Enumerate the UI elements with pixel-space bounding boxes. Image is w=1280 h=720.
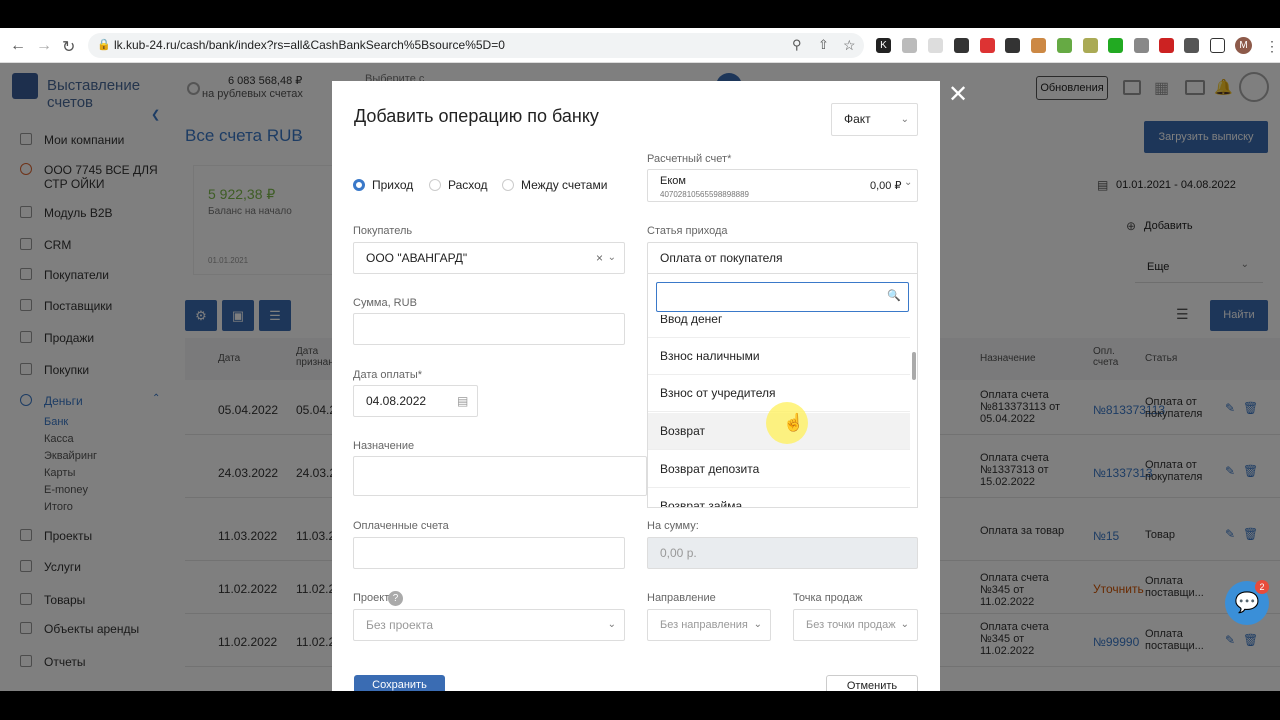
lock-icon: 🔒 [97, 39, 111, 51]
save-button[interactable]: Сохранить [354, 675, 445, 691]
chevron-down-icon: ⌄ [607, 619, 616, 630]
help-icon[interactable]: ? [388, 591, 403, 606]
modal-title: Добавить операцию по банку [354, 106, 599, 126]
project-placeholder: Без проекта [366, 618, 434, 632]
extension-k-icon[interactable]: K [876, 38, 891, 53]
dropdown-option[interactable]: Возврат займа [648, 488, 910, 507]
mode-select[interactable]: Факт ⌄ [831, 103, 918, 136]
date-label: Дата оплаты* [353, 369, 423, 381]
buyer-value: ООО "АВАНГАРД" [366, 251, 468, 265]
puzzle-icon[interactable] [1184, 38, 1199, 53]
sale-point-label: Точка продаж [793, 592, 863, 604]
account-label: Расчетный счет* [647, 153, 732, 165]
paid-invoices-input[interactable] [353, 537, 625, 569]
sale-point-placeholder: Без точки продаж [806, 619, 896, 631]
os-top-bar [0, 0, 1280, 28]
extension-icon[interactable] [1134, 38, 1149, 53]
chevron-down-icon: ⌄ [900, 114, 909, 125]
dropdown-option[interactable]: Ввод денег [648, 315, 910, 338]
extension-icon[interactable] [1057, 38, 1072, 53]
chevron-down-icon: ⌄ [904, 177, 913, 188]
extension-icon[interactable] [1159, 38, 1174, 53]
radio-dot-icon [429, 179, 441, 191]
account-name: Еком [660, 175, 686, 187]
mode-value: Факт [844, 112, 871, 126]
on-sum-placeholder: 0,00 р. [660, 546, 697, 560]
article-select[interactable]: Оплата от покупателя [647, 242, 918, 274]
cancel-button[interactable]: Отменить [826, 675, 918, 691]
chevron-down-icon: ⌄ [900, 619, 909, 630]
extension-icon[interactable] [980, 38, 995, 53]
share-icon[interactable]: ⇧ [818, 37, 829, 53]
zoom-icon[interactable]: ⚲ [792, 37, 802, 53]
hand-cursor-icon: ☝ [783, 413, 805, 432]
radio-dot-icon [502, 179, 514, 191]
radio-income[interactable]: Приход [353, 178, 413, 192]
address-bar[interactable]: 🔒 lk.kub-24.ru/cash/bank/index?rs=all&Ca… [88, 33, 864, 58]
direction-label: Направление [647, 592, 716, 604]
date-input[interactable]: 04.08.2022 ▤ [353, 385, 478, 417]
paid-invoices-label: Оплаченные счета [353, 520, 449, 532]
radio-transfer-label: Между счетами [521, 178, 608, 192]
forward-icon[interactable]: → [36, 37, 52, 55]
chat-badge: 2 [1255, 580, 1269, 594]
dropdown-option[interactable]: Возврат депозита [648, 451, 910, 488]
chevron-down-icon: ⌄ [753, 619, 762, 630]
url-text: lk.kub-24.ru/cash/bank/index?rs=all&Cash… [114, 38, 505, 52]
on-sum-input: 0,00 р. [647, 537, 918, 569]
extension-icon[interactable] [902, 38, 917, 53]
account-balance: 0,00 ₽ [870, 180, 902, 192]
search-icon: 🔍 [887, 290, 901, 302]
project-label: Проект [353, 592, 390, 604]
purpose-textarea[interactable] [353, 456, 647, 496]
sale-point-select[interactable]: Без точки продаж ⌄ [793, 609, 918, 641]
extension-icon[interactable] [1005, 38, 1020, 53]
extension-icon[interactable] [928, 38, 943, 53]
purpose-label: Назначение [353, 440, 415, 452]
account-select[interactable]: Еком 40702810565598898889 0,00 ₽ ⌄ [647, 169, 918, 202]
clear-icon[interactable]: × [596, 243, 603, 273]
extension-icon[interactable] [1031, 38, 1046, 53]
extension-icon[interactable] [1083, 38, 1098, 53]
article-label: Статья прихода [647, 225, 728, 237]
extension-icon[interactable] [1108, 38, 1123, 53]
radio-expense-label: Расход [448, 178, 488, 192]
back-icon[interactable]: ← [10, 37, 26, 55]
radio-dot-icon [353, 179, 365, 191]
direction-select[interactable]: Без направления ⌄ [647, 609, 771, 641]
profile-avatar[interactable]: M [1235, 37, 1252, 54]
sidepanel-icon[interactable] [1210, 38, 1225, 53]
project-select[interactable]: Без проекта ⌄ [353, 609, 625, 641]
sum-label: Сумма, RUB [353, 297, 417, 309]
buyer-label: Покупатель [353, 225, 413, 237]
sum-input[interactable] [353, 313, 625, 345]
os-bottom-bar [0, 691, 1280, 720]
radio-transfer[interactable]: Между счетами [502, 178, 607, 192]
close-icon[interactable]: ✕ [948, 80, 968, 109]
bookmark-star-icon[interactable]: ☆ [843, 37, 856, 54]
radio-expense[interactable]: Расход [429, 178, 488, 192]
dropdown-search-input[interactable]: 🔍 [656, 282, 909, 312]
article-dropdown: 🔍 Ввод денег Взнос наличными Взнос от уч… [647, 273, 918, 508]
dropdown-option[interactable]: Взнос наличными [648, 338, 910, 375]
chat-icon: 💬 [1234, 592, 1260, 614]
buyer-select[interactable]: ООО "АВАНГАРД" × ⌄ [353, 242, 625, 274]
direction-placeholder: Без направления [660, 619, 748, 631]
on-sum-label: На сумму: [647, 520, 699, 532]
dropdown-scrollbar[interactable] [912, 352, 916, 380]
article-value: Оплата от покупателя [660, 251, 783, 265]
chevron-down-icon: ⌄ [607, 252, 616, 263]
extension-icon[interactable] [954, 38, 969, 53]
date-value: 04.08.2022 [366, 394, 427, 408]
account-number: 40702810565598898889 [660, 190, 749, 199]
calendar-icon[interactable]: ▤ [457, 386, 468, 416]
menu-dots-icon[interactable]: ⋮ [1265, 38, 1279, 55]
reload-icon[interactable]: ↻ [62, 37, 75, 57]
radio-income-label: Приход [372, 178, 414, 192]
